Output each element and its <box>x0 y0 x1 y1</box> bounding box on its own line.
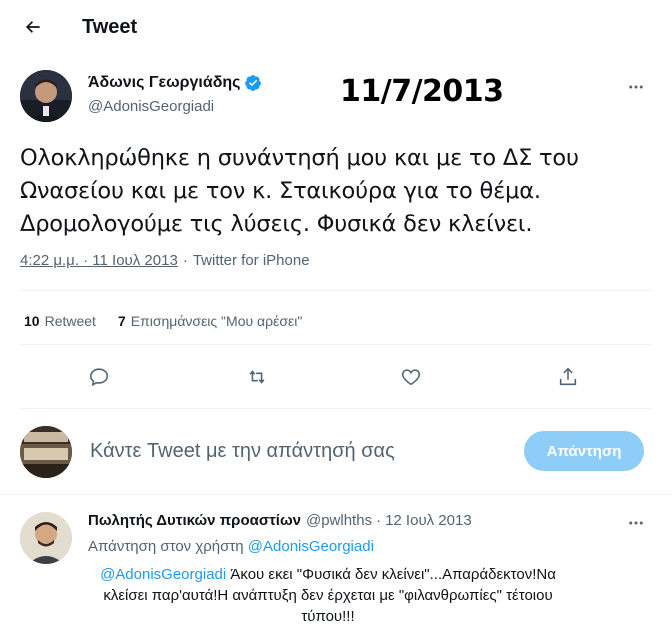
retweet-icon <box>249 370 265 384</box>
share-icon <box>559 367 577 386</box>
avatar[interactable] <box>20 70 72 122</box>
reply-tweet[interactable]: Πωλητής Δυτικών προαστίων @pwlhths · 12 … <box>20 508 660 638</box>
likes-label: Επισημάνσεις "Μου αρέσει" <box>130 313 303 329</box>
divider <box>20 344 652 345</box>
reply-text: @AdonisGeorgiadi Άκου εκει "Φυσικά δεν κ… <box>88 564 568 627</box>
arrow-left-icon <box>26 21 40 33</box>
top-bar: Tweet <box>0 0 672 55</box>
replying-to-prefix: Απάντηση στον χρήστη <box>88 538 244 555</box>
more-options-button[interactable] <box>625 76 647 98</box>
divider <box>0 494 672 495</box>
reply-date[interactable]: 12 Ιουλ 2013 <box>385 512 472 529</box>
tweet-text: Ολοκληρώθηκε η συνάντησή μου και με το Δ… <box>20 145 579 237</box>
share-button[interactable] <box>553 362 583 392</box>
reply-icon <box>89 368 109 387</box>
author-name[interactable]: Άδωνις Γεωργιάδης <box>88 74 240 92</box>
reply-header: Πωλητής Δυτικών προαστίων @pwlhths · 12 … <box>88 512 472 529</box>
tweet-timestamp[interactable]: 4:22 μ.μ. · 11 Ιουλ 2013 <box>20 252 178 269</box>
reply-button[interactable] <box>84 362 114 392</box>
reply-mention[interactable]: @AdonisGeorgiadi <box>100 566 226 583</box>
author-name-group[interactable]: Άδωνις Γεωργιάδης <box>88 74 262 92</box>
reply-composer: Κάντε Tweet με την απάντησή σας Απάντηση <box>20 420 652 480</box>
page-title: Tweet <box>82 16 138 38</box>
tweet-actions <box>0 362 672 392</box>
avatar[interactable] <box>20 512 72 564</box>
date-annotation: 11/7/2013 <box>340 74 504 109</box>
retweets-count: 10 <box>24 313 40 329</box>
tweet-stats: 10 Retweet 7 Επισημάνσεις "Μου αρέσει" <box>24 313 324 329</box>
tweet-author: Άδωνις Γεωργιάδης @AdonisGeorgiadi 11/7/… <box>20 70 660 124</box>
retweets-stat[interactable]: 10 Retweet <box>24 313 96 329</box>
retweets-label: Retweet <box>44 313 96 329</box>
replier-name[interactable]: Πωλητής Δυτικών προαστίων <box>88 512 301 529</box>
tweet-meta: 4:22 μ.μ. · 11 Ιουλ 2013 · Twitter for i… <box>20 252 310 269</box>
reply-input[interactable]: Κάντε Tweet με την απάντησή σας <box>90 440 395 463</box>
like-icon <box>401 369 421 386</box>
reply-separator: · <box>376 512 382 529</box>
meta-separator: · <box>182 252 188 269</box>
verified-badge-icon <box>245 75 262 91</box>
likes-stat[interactable]: 7 Επισημάνσεις "Μου αρέσει" <box>118 313 302 329</box>
avatar[interactable] <box>20 426 72 478</box>
author-handle[interactable]: @AdonisGeorgiadi <box>88 98 214 115</box>
retweet-button[interactable] <box>242 362 272 392</box>
replying-to-handle[interactable]: @AdonisGeorgiadi <box>248 538 374 555</box>
more-horizontal-icon <box>629 85 643 89</box>
like-button[interactable] <box>396 362 426 392</box>
reply-submit-button[interactable]: Απάντηση <box>524 431 644 471</box>
more-horizontal-icon <box>629 521 643 525</box>
back-button[interactable] <box>18 12 48 42</box>
reply-more-options-button[interactable] <box>625 512 647 534</box>
divider <box>20 408 652 409</box>
replying-to: Απάντηση στον χρήστη @AdonisGeorgiadi <box>88 538 374 555</box>
divider <box>20 290 652 291</box>
replier-handle[interactable]: @pwlhths <box>306 512 372 529</box>
tweet-source[interactable]: Twitter for iPhone <box>193 252 310 269</box>
likes-count: 7 <box>117 313 126 329</box>
